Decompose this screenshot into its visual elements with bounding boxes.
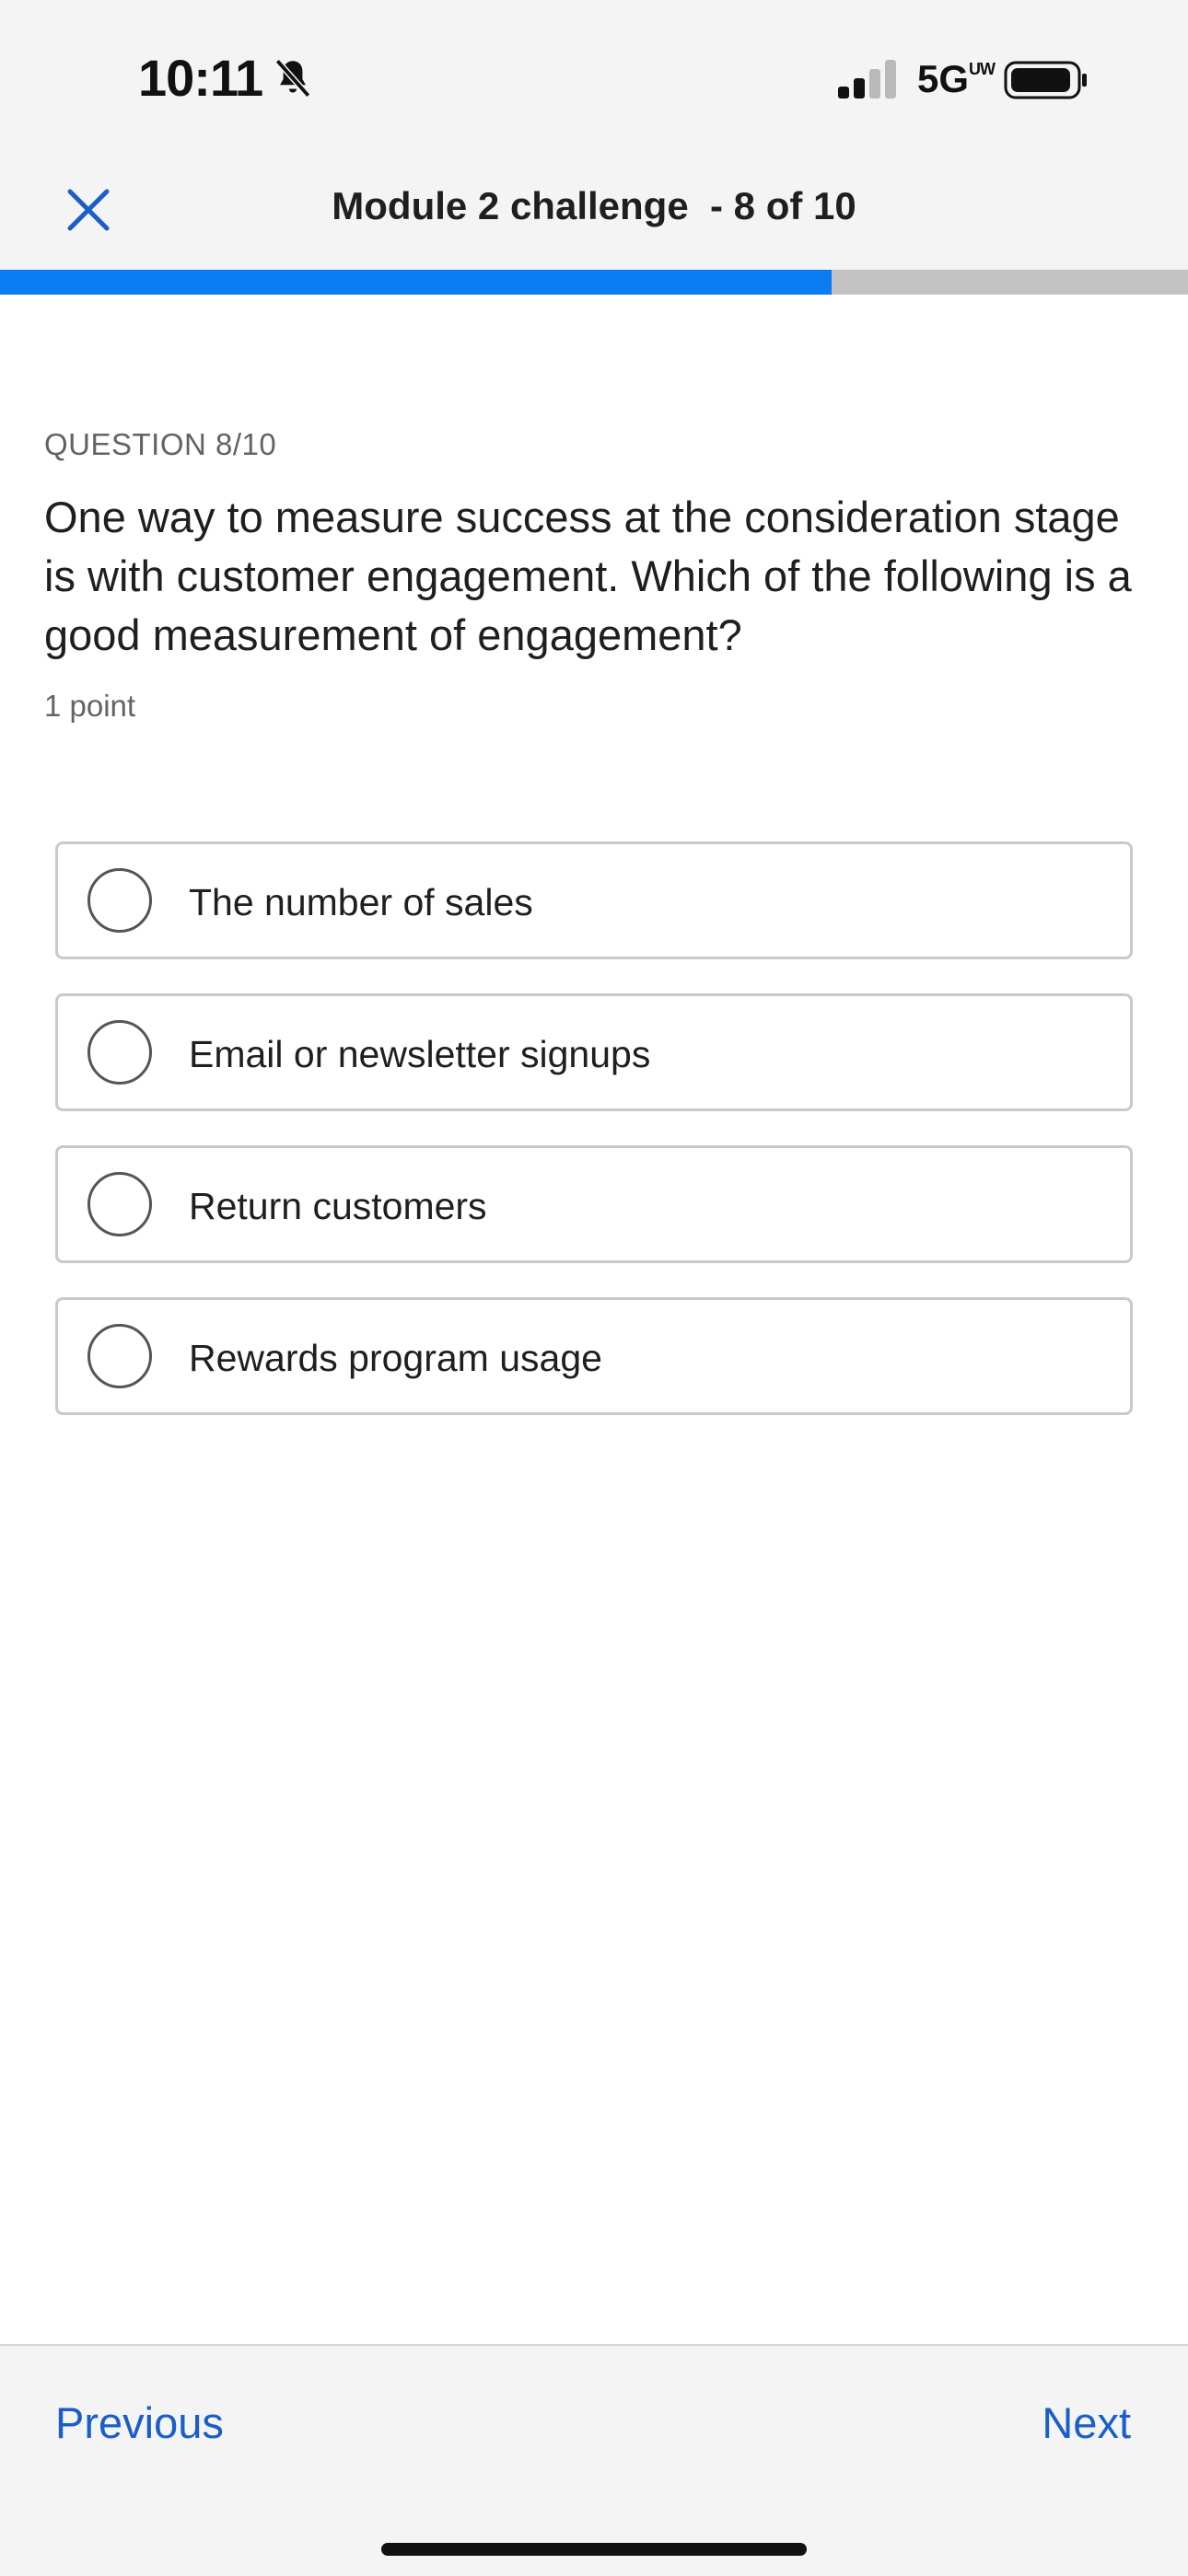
radio-button[interactable]: [87, 1172, 152, 1236]
progress-bar: [0, 270, 1188, 295]
answer-option[interactable]: Return customers: [55, 1145, 1133, 1263]
answer-option[interactable]: The number of sales: [55, 841, 1133, 959]
progress-bar-fill: [0, 270, 832, 295]
radio-button[interactable]: [87, 1020, 152, 1085]
next-button[interactable]: Next: [1042, 2397, 1131, 2448]
answer-option-label: Email or newsletter signups: [189, 1033, 651, 1075]
network-label: 5GUW: [917, 57, 996, 101]
question-number-label: QUESTION 8/10: [44, 427, 277, 461]
question-points: 1 point: [44, 689, 136, 723]
status-bar-time: 10:11: [138, 48, 316, 108]
page-title: Module 2 challenge - 8 of 10: [332, 184, 856, 227]
radio-button[interactable]: [87, 1324, 152, 1388]
app-header-area: 10:11 5GUW Module 2 challenge - 8 of 10: [0, 0, 1188, 270]
home-indicator[interactable]: [381, 2543, 807, 2556]
radio-button[interactable]: [87, 868, 152, 933]
answer-option-label: Rewards program usage: [189, 1337, 602, 1379]
answer-option[interactable]: Email or newsletter signups: [55, 993, 1133, 1111]
bell-slash-icon: [274, 58, 311, 98]
answer-option-label: The number of sales: [189, 881, 533, 923]
signal-icon: [838, 60, 896, 99]
network-superscript: UW: [969, 60, 996, 78]
answer-option[interactable]: Rewards program usage: [55, 1297, 1133, 1415]
footer-navigation: Previous Next: [0, 2344, 1188, 2576]
previous-button[interactable]: Previous: [55, 2397, 224, 2448]
answer-options: The number of sales Email or newsletter …: [55, 841, 1133, 1449]
battery-icon: [1004, 61, 1087, 99]
network-type: 5G: [917, 57, 970, 100]
status-time-text: 10:11: [138, 49, 263, 107]
answer-option-label: Return customers: [189, 1185, 487, 1227]
question-text: One way to measure success at the consid…: [44, 493, 1132, 659]
